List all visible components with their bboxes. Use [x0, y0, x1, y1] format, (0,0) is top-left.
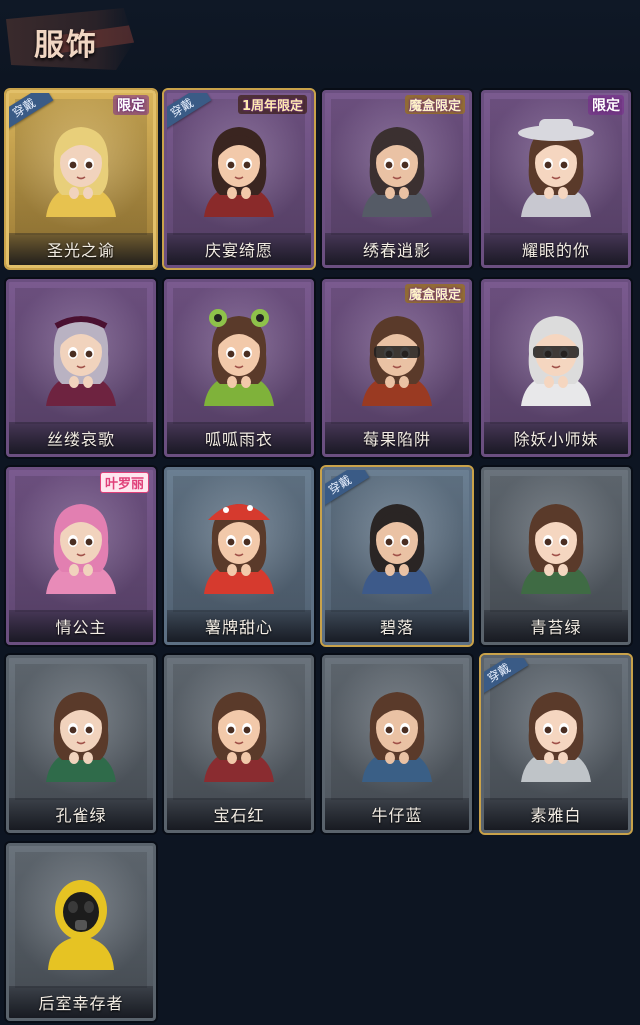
card-name-bar: 丝缕哀歌: [9, 422, 153, 454]
costume-name: 薯牌甜心: [204, 618, 273, 637]
costume-card[interactable]: 呱呱雨衣: [164, 279, 314, 457]
costume-card[interactable]: 除妖小师妹: [481, 279, 631, 457]
costume-name: 丝缕哀歌: [46, 430, 115, 449]
costume-name: 后室幸存者: [38, 994, 124, 1013]
card-name-bar: 呱呱雨衣: [167, 422, 311, 454]
limited-tag: 1周年限定: [237, 95, 307, 114]
costume-name: 莓果陷阱: [362, 430, 431, 449]
costume-card[interactable]: 丝缕哀歌: [6, 279, 156, 457]
limited-tag: 魔盒限定: [404, 95, 465, 114]
card-name-bar: 后室幸存者: [9, 986, 153, 1018]
card-name-bar: 宝石红: [167, 798, 311, 830]
limited-tag: 限定: [113, 95, 149, 115]
costume-card[interactable]: 青苔绿: [481, 467, 631, 645]
card-name-bar: 牛仔蓝: [325, 798, 469, 830]
card-name-bar: 庆宴绮愿: [167, 233, 311, 265]
default-teal-portrait: [46, 692, 116, 782]
card-name-bar: 除妖小师妹: [484, 422, 628, 454]
costume-name: 碧落: [379, 618, 414, 637]
costume-card[interactable]: 1周年限定 穿戴 庆宴绮愿: [162, 88, 316, 270]
cake-party-portrait: [204, 127, 274, 217]
costume-name: 青苔绿: [530, 618, 582, 637]
costume-card[interactable]: 薯牌甜心: [164, 467, 314, 645]
pink-hair-portrait: [46, 504, 116, 594]
limited-tag: 限定: [588, 95, 624, 115]
costume-card[interactable]: 后室幸存者: [6, 843, 156, 1021]
costume-name: 牛仔蓝: [371, 806, 423, 825]
costume-name: 素雅白: [530, 806, 582, 825]
costume-card[interactable]: 穿戴 素雅白: [479, 653, 633, 835]
blonde-veil-portrait: [46, 127, 116, 217]
costume-card[interactable]: 穿戴 碧落: [320, 465, 474, 647]
card-name-bar: 薯牌甜心: [167, 610, 311, 642]
limited-tag: 魔盒限定: [404, 284, 465, 303]
headband-portrait: [362, 127, 432, 217]
costume-name: 圣光之谕: [46, 241, 115, 260]
costume-card[interactable]: 限定耀眼的你: [481, 90, 631, 268]
card-name-bar: 绣春逍影: [325, 233, 469, 265]
costume-card[interactable]: 牛仔蓝: [322, 655, 472, 833]
card-name-bar: 素雅白: [484, 798, 628, 830]
card-name-bar: 耀眼的你: [484, 233, 628, 265]
mushroom-hat-portrait: [204, 504, 274, 594]
hazmat-portrait: [48, 880, 114, 970]
costume-grid: 限定 穿戴 圣光之谕 1周年限定 穿戴 庆宴绮愿 魔盒限定 绣春逍影 限定 耀眼的你 丝缕哀歌 呱呱雨…: [0, 0, 640, 1025]
cowboy-hat-portrait: [518, 119, 594, 217]
limited-tag: 叶罗丽: [99, 472, 149, 493]
default-green-portrait: [521, 504, 591, 594]
default-white-portrait: [521, 692, 591, 782]
costume-card[interactable]: 宝石红: [164, 655, 314, 833]
costume-name: 庆宴绮愿: [204, 241, 273, 260]
lace-crown-portrait: [46, 316, 116, 406]
costume-name: 除妖小师妹: [513, 430, 599, 449]
card-name-bar: 圣光之谕: [9, 233, 153, 265]
costume-card[interactable]: 叶罗丽情公主: [6, 467, 156, 645]
costume-name: 宝石红: [213, 806, 265, 825]
default-blue-portrait: [362, 692, 432, 782]
card-name-bar: 莓果陷阱: [325, 422, 469, 454]
white-blindfold-portrait: [521, 316, 591, 406]
card-name-bar: 碧落: [325, 610, 469, 642]
card-name-bar: 情公主: [9, 610, 153, 642]
costume-name: 情公主: [55, 618, 107, 637]
default-red-portrait: [204, 692, 274, 782]
costume-name: 绣春逍影: [362, 241, 431, 260]
costume-name: 呱呱雨衣: [204, 430, 273, 449]
costume-card[interactable]: 限定 穿戴 圣光之谕: [4, 88, 158, 270]
costume-card[interactable]: 魔盒限定绣春逍影: [322, 90, 472, 268]
berry-blindfold-portrait: [362, 316, 432, 406]
costume-name: 孔雀绿: [55, 806, 107, 825]
card-name-bar: 孔雀绿: [9, 798, 153, 830]
costume-name: 耀眼的你: [521, 241, 590, 260]
boy-braid-portrait: [362, 504, 432, 594]
costume-card[interactable]: 孔雀绿: [6, 655, 156, 833]
frog-hood-portrait: [204, 309, 274, 406]
costume-card[interactable]: 魔盒限定莓果陷阱: [322, 279, 472, 457]
card-name-bar: 青苔绿: [484, 610, 628, 642]
